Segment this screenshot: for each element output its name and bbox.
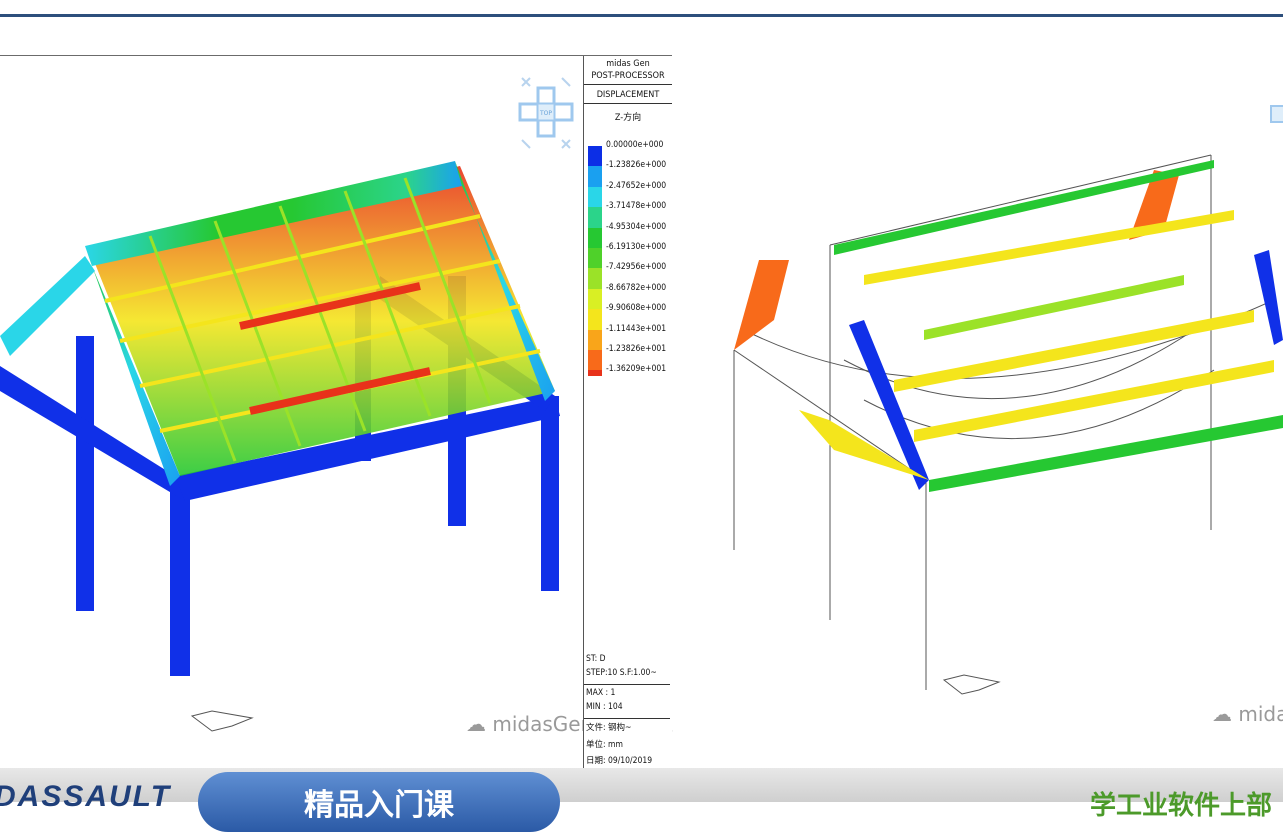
step-label: ST: D <box>586 654 606 664</box>
divider <box>584 684 670 685</box>
right-model-viewport[interactable]: ☁ mida <box>714 60 1283 765</box>
step-info: STEP:10 S.F:1.00~ <box>586 668 657 678</box>
left-model-viewport[interactable]: TOP ☁ midasGen小陈亦家 <box>0 55 673 771</box>
min-node: MIN : 104 <box>586 702 623 712</box>
legend-color-swatch <box>588 186 602 208</box>
view-cube[interactable]: TOP <box>518 70 574 154</box>
legend-color-swatch <box>588 146 602 167</box>
course-button-label: 精品入门课 <box>304 788 454 823</box>
file-label: 文件: 钢构~ <box>586 723 632 733</box>
legend-module: POST-PROCESSOR <box>591 71 665 81</box>
divider <box>584 84 672 85</box>
view-cube-label: TOP <box>539 110 552 117</box>
legend-color-swatch <box>588 166 602 187</box>
legend-value: -7.42956e+000 <box>606 262 667 273</box>
header-divider <box>0 14 1283 17</box>
legend-value: -6.19130e+000 <box>606 242 667 252</box>
column <box>170 476 190 676</box>
deformed-shape-model <box>733 154 1283 695</box>
course-button[interactable]: 精品入门课 <box>198 772 560 832</box>
legend-value: -2.47652e+000 <box>606 180 667 191</box>
divider <box>584 718 670 719</box>
wechat-icon: ☁ <box>466 712 486 736</box>
legend-color-swatch <box>588 370 602 377</box>
legend-color-swatch <box>588 288 602 310</box>
legend-color-swatch <box>588 329 602 350</box>
legend-program: midas Gen <box>606 59 650 69</box>
column <box>541 396 559 591</box>
watermark: ☁ mida <box>1212 702 1283 726</box>
view-cube[interactable] <box>1269 72 1283 156</box>
legend-value: 0.00000e+000 <box>606 140 664 150</box>
legend-color-swatch <box>588 207 602 228</box>
legend-color-swatch <box>588 309 602 330</box>
legend-color-swatch <box>588 350 602 371</box>
legend-color-swatch <box>588 248 602 269</box>
unit-label: 单位: mm <box>586 740 623 750</box>
wechat-icon: ☁ <box>1212 702 1232 726</box>
column <box>76 336 94 611</box>
displacement-contour-model <box>0 161 560 732</box>
max-node: MAX : 1 <box>586 688 616 698</box>
legend-value: -4.95304e+000 <box>606 221 667 232</box>
legend-value: -8.66782e+000 <box>606 282 667 293</box>
legend-color-swatch <box>588 268 602 289</box>
slogan: 学工业软件上部 <box>1090 791 1273 821</box>
legend-value: -1.11443e+001 <box>606 323 667 334</box>
axis-triad-icon <box>942 674 1001 695</box>
divider <box>584 103 672 104</box>
legend-result-type: DISPLACEMENT <box>596 90 660 100</box>
legend-value: -3.71478e+000 <box>606 201 667 212</box>
legend-value: -9.90608e+000 <box>606 303 667 314</box>
legend-value: -1.23826e+000 <box>606 160 667 171</box>
legend-value: -1.23826e+001 <box>606 344 667 354</box>
date-label: 日期: 09/10/2019 <box>586 756 653 766</box>
contour-legend: midas Gen POST-PROCESSOR DISPLACEMENT Z-… <box>583 56 672 770</box>
legend-component: Z-方向 <box>614 113 642 123</box>
brand-logo: DASSAULT <box>0 780 172 813</box>
beam-contours <box>734 160 1283 492</box>
legend-value: -1.36209e+001 <box>606 364 667 375</box>
axis-triad-icon <box>190 710 254 732</box>
legend-color-swatch <box>588 227 602 248</box>
